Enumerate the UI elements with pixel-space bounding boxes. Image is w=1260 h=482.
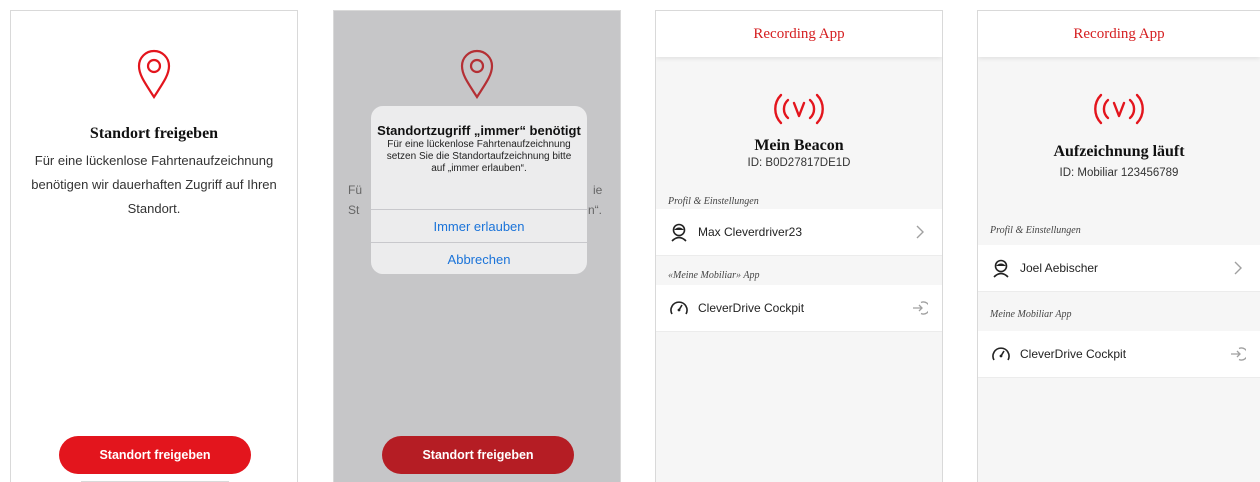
page-title: Standort freigeben	[89, 125, 219, 142]
app-header: Recording App	[978, 11, 1260, 57]
profile-name: Joel Aebischer	[1020, 261, 1099, 275]
location-pin-icon	[137, 49, 171, 99]
cockpit-label: CleverDrive Cockpit	[698, 301, 805, 315]
section-label: Profil & Einstellungen	[668, 196, 759, 207]
location-pin-icon	[460, 49, 494, 99]
screen-recording-active: Recording App Aufzeichnung läuft ID: Mob…	[977, 10, 1260, 482]
background-text: St	[348, 203, 360, 217]
profile-row[interactable]: Joel Aebischer	[978, 245, 1260, 292]
open-external-icon	[1228, 346, 1248, 362]
app-header: Recording App	[656, 11, 942, 57]
description-line: benötigen wir dauerhaften Zugriff auf Ih…	[31, 177, 277, 192]
beacon-title: Mein Beacon	[754, 137, 844, 154]
beacon-id: ID: B0D27817DE1D	[747, 157, 851, 169]
profile-row[interactable]: Max Cleverdriver23	[656, 209, 942, 256]
profile-name: Max Cleverdriver23	[698, 225, 803, 239]
dialog-message-line: auf „immer erlauben“.	[431, 163, 527, 174]
dialog-message-line: setzen Sie die Standortaufzeichnung bitt…	[386, 151, 572, 162]
open-external-icon	[910, 300, 930, 316]
dialog-message: Für eine lückenlose Fahrtenaufzeichnung …	[383, 139, 575, 175]
record-id: ID: Mobiliar 123456789	[1059, 167, 1179, 179]
screen-location-permission: Standort freigeben Für eine lückenlose F…	[10, 10, 298, 482]
section-label: Meine Mobiliar App	[990, 309, 1072, 320]
cockpit-row[interactable]: CleverDrive Cockpit	[978, 331, 1260, 378]
chevron-right-icon	[910, 225, 930, 239]
beacon-signal-icon	[774, 93, 824, 125]
speedometer-icon	[668, 297, 690, 319]
share-location-button[interactable]: Standort freigeben	[382, 436, 574, 474]
page-description: Für eine lückenlose Fahrtenaufzeichnung …	[23, 149, 285, 221]
section-label: Profil & Einstellungen	[990, 225, 1081, 236]
cockpit-row[interactable]: CleverDrive Cockpit	[656, 285, 942, 332]
share-location-button[interactable]: Standort freigeben	[59, 436, 251, 474]
dialog-message-line: Für eine lückenlose Fahrtenaufzeichnung	[387, 139, 571, 150]
cancel-button[interactable]: Abbrechen	[371, 243, 587, 274]
section-label: «Meine Mobiliar» App	[668, 270, 760, 281]
dialog-title: Standortzugriff „immer“ benötigt	[377, 123, 581, 138]
beacon-signal-icon	[1094, 93, 1144, 125]
description-line: Standort.	[127, 201, 181, 216]
description-line: Für eine lückenlose Fahrtenaufzeichnung	[34, 153, 274, 168]
user-avatar-icon	[990, 257, 1012, 279]
background-text: ie	[593, 183, 603, 197]
status-title: Aufzeichnung läuft	[1053, 143, 1185, 160]
permission-dialog: Standortzugriff „immer“ benötigt Für ein…	[371, 106, 587, 274]
cockpit-label: CleverDrive Cockpit	[1020, 347, 1127, 361]
always-allow-button[interactable]: Immer erlauben	[371, 210, 587, 242]
app-title: Recording App	[1073, 25, 1165, 42]
background-text: Fü	[348, 183, 363, 197]
screen-my-beacon: Recording App Mein Beacon ID: B0D27817DE…	[655, 10, 943, 482]
background-text: n“.	[588, 203, 603, 217]
speedometer-icon	[990, 343, 1012, 365]
user-avatar-icon	[668, 221, 690, 243]
chevron-right-icon	[1228, 261, 1248, 275]
app-title: Recording App	[753, 25, 845, 42]
screen-location-alert: Fü St ie n“. Standortzugriff „immer“ ben…	[333, 10, 621, 482]
